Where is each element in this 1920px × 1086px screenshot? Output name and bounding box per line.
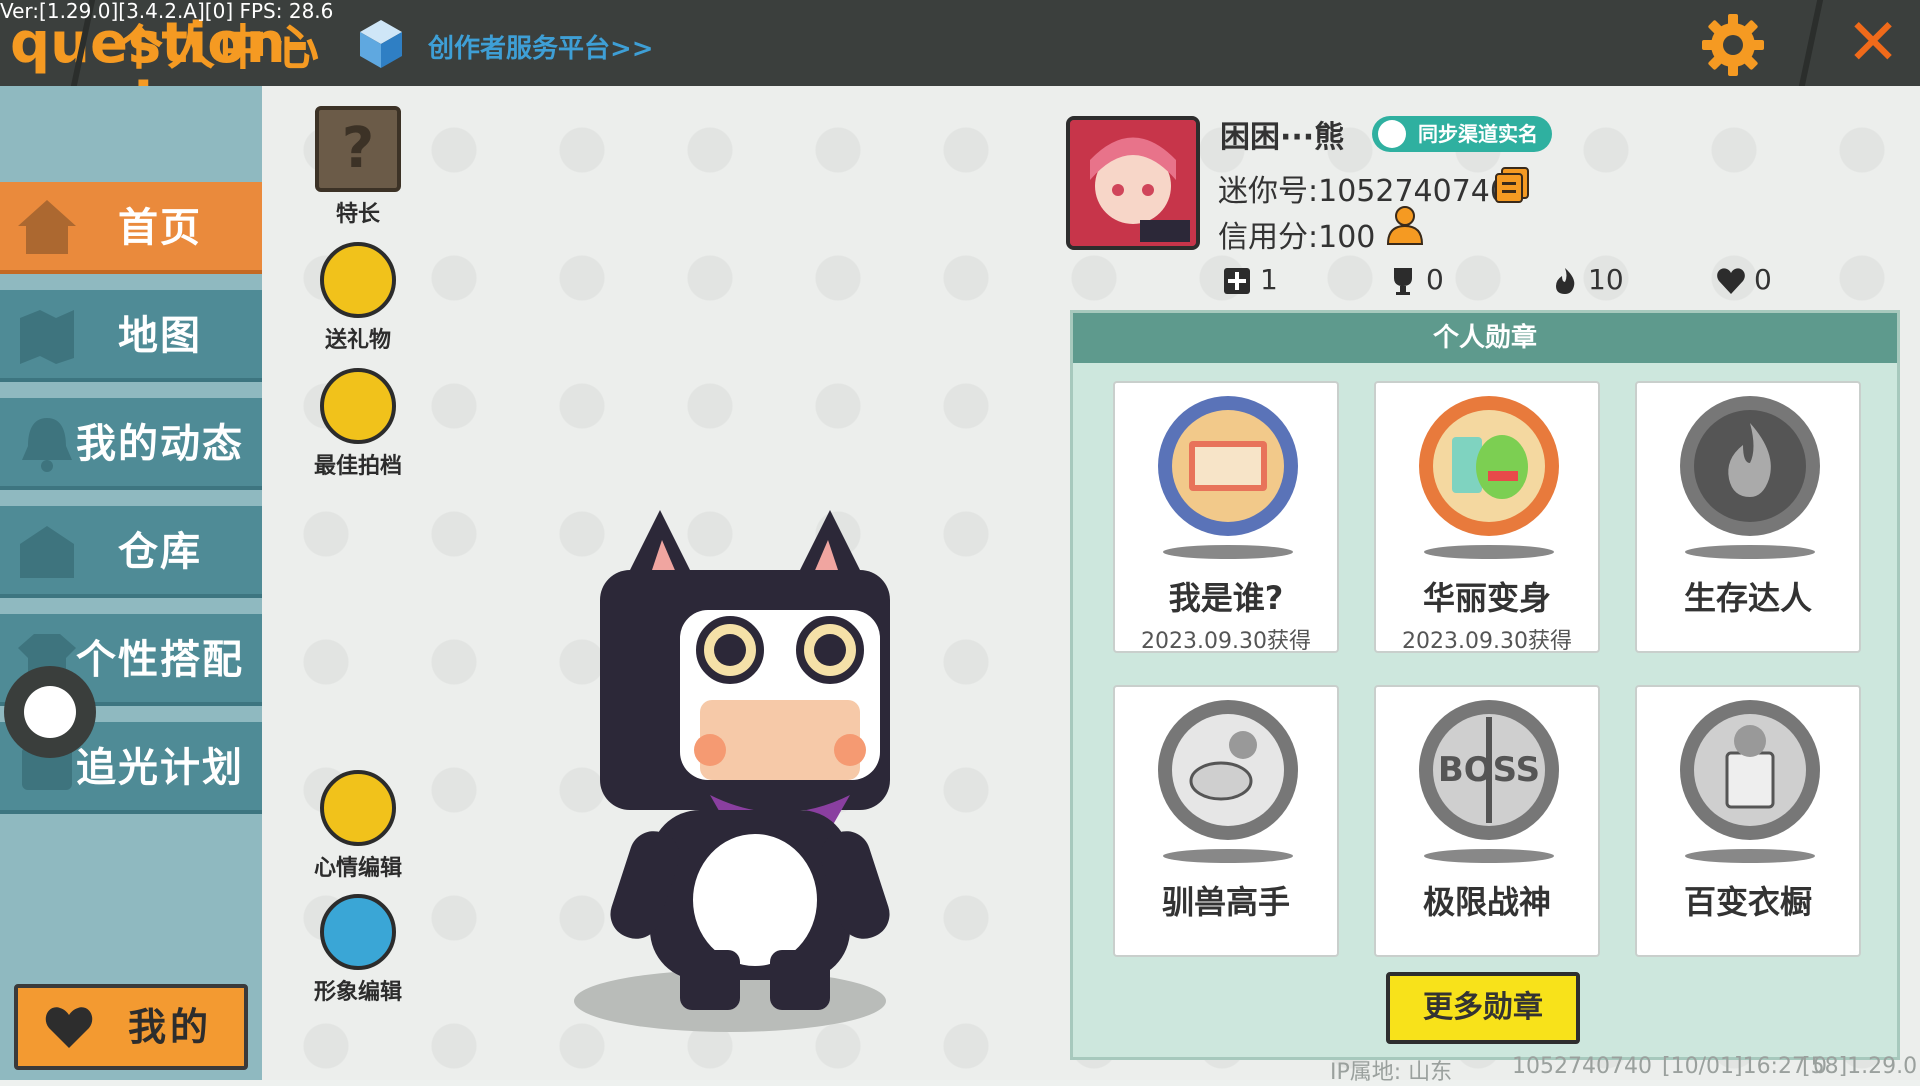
medal-name: 我是谁?: [1168, 579, 1284, 617]
sync-realname-badge[interactable]: 同步渠道实名: [1372, 116, 1552, 152]
avatar-edit-label: 形象编辑: [313, 980, 402, 1005]
credit-score: 信用分:100: [1218, 220, 1376, 255]
medal-shadow: [1163, 849, 1293, 863]
version-text: Ver:[1.29.0][3.4.2.A][0] FPS: 28.6: [0, 0, 334, 23]
medal-name: 驯兽高手: [1161, 883, 1290, 921]
stat-value: 10: [1588, 263, 1624, 296]
heart-icon: [1717, 268, 1745, 294]
medal-name: 华丽变身: [1422, 579, 1551, 617]
mystery-box-icon: ?: [315, 106, 401, 192]
medal-shadow: [1163, 545, 1293, 559]
sidebar-item-label: 个性搭配: [76, 637, 244, 683]
avatar[interactable]: [1066, 116, 1200, 250]
gift-icon: [320, 242, 396, 318]
medal-date: 2023.09.30获得: [1141, 629, 1311, 654]
creator-platform-link[interactable]: 创作者服务平台>>: [428, 28, 654, 65]
sync-badge-label: 同步渠道实名: [1418, 122, 1538, 146]
help-button[interactable]: question-mark: [10, 14, 309, 134]
mine-button[interactable]: 我的: [14, 984, 248, 1070]
medal-date: 2023.09.30获得: [1402, 629, 1572, 654]
medal-name: 极限战神: [1422, 883, 1551, 921]
ip-location: IP属地: 山东: [1330, 1060, 1453, 1085]
stat-posts: 1: [1222, 262, 1278, 298]
medal-card[interactable]: 我是谁? 2023.09.30获得: [1113, 381, 1339, 654]
stat-value: 1: [1260, 263, 1278, 296]
medal-name: 生存达人: [1683, 579, 1812, 617]
send-gift-button[interactable]: 送礼物: [293, 242, 423, 354]
close-icon[interactable]: ✕: [1840, 10, 1906, 76]
wardrobe-medal-icon: [1680, 700, 1820, 840]
divider: [1798, 0, 1824, 86]
mood-edit-button[interactable]: 心情编辑: [293, 770, 423, 882]
medal-panel: 个人勋章 我是谁? 2023.09.30获得 华丽变身 2023.09.30获得…: [1070, 310, 1900, 1060]
sidebar-item-label: 地图: [118, 313, 202, 359]
toggle-dot: [24, 686, 76, 738]
medal-card[interactable]: 华丽变身 2023.09.30获得: [1374, 381, 1600, 654]
footer-build: [58]1.29.0: [1802, 1054, 1918, 1079]
sidebar-item-warehouse[interactable]: 仓库: [0, 506, 262, 598]
person-icon: [1378, 120, 1406, 148]
medal-card[interactable]: 驯兽高手: [1113, 685, 1339, 957]
medal-shadow: [1685, 849, 1815, 863]
envelope-medal-icon: [1158, 396, 1298, 536]
more-medals-button[interactable]: 更多勋章: [1386, 972, 1580, 1044]
medal-card[interactable]: BOSS 极限战神: [1374, 685, 1600, 957]
medal-panel-title: 个人勋章: [1073, 313, 1897, 363]
plus-flag-icon: [1224, 268, 1250, 294]
specialty-label: 特长: [335, 202, 380, 227]
horse-rider-medal-icon: [1158, 700, 1298, 840]
medal-name: 百变衣橱: [1683, 883, 1812, 921]
credit-person-icon[interactable]: [1384, 204, 1426, 248]
sidebar: 首页 地图 我的动态 仓库 个性搭配 追光计划 我的: [0, 86, 262, 1080]
medal-shadow: [1424, 849, 1554, 863]
avatar-edit-button[interactable]: 形象编辑: [293, 894, 423, 1006]
sidebar-item-activity[interactable]: 我的动态: [0, 398, 262, 490]
outfit-edit-icon: [320, 894, 396, 970]
footer-id: 1052740740: [1512, 1054, 1652, 1079]
sidebar-item-label: 仓库: [118, 529, 202, 575]
trophy-icon: [1394, 268, 1412, 295]
handshake-icon: [320, 368, 396, 444]
svg-text:BOSS: BOSS: [1438, 750, 1540, 790]
best-partner-label: 最佳拍档: [313, 454, 402, 479]
cube-icon[interactable]: [358, 18, 404, 70]
avatar-portrait-icon: [1070, 120, 1196, 246]
sidebar-item-home[interactable]: 首页: [0, 182, 262, 274]
heart-icon: [45, 1007, 93, 1048]
sidebar-item-label: 首页: [118, 205, 202, 251]
sidebar-item-map[interactable]: 地图: [0, 290, 262, 382]
best-partner-button[interactable]: 最佳拍档: [293, 368, 423, 480]
mine-button-label: 我的: [128, 1005, 213, 1049]
sidebar-item-label: 追光计划: [76, 745, 244, 791]
stat-value: 0: [1754, 263, 1772, 296]
stat-value: 0: [1426, 263, 1444, 296]
medal-shadow: [1685, 545, 1815, 559]
gear-icon[interactable]: [1700, 12, 1766, 78]
copy-icon[interactable]: [1494, 166, 1530, 204]
mini-id: 迷你号:1052740740: [1218, 174, 1509, 209]
campfire-medal-icon: [1680, 396, 1820, 536]
floating-toggle[interactable]: [4, 666, 96, 758]
specialty-button[interactable]: ? 特长: [293, 106, 423, 228]
stat-trophy: 0: [1388, 262, 1444, 298]
medal-card[interactable]: 生存达人: [1635, 381, 1861, 653]
dinosaur-medal-icon: [1419, 396, 1559, 536]
sidebar-item-label: 我的动态: [76, 421, 244, 467]
stat-likes: 0: [1716, 262, 1772, 298]
medal-card[interactable]: 百变衣橱: [1635, 685, 1861, 957]
send-gift-label: 送礼物: [324, 328, 391, 353]
stat-heat: 10: [1550, 262, 1624, 298]
boss-medal-icon: BOSS: [1419, 700, 1559, 840]
player-character[interactable]: [580, 500, 910, 1020]
flame-icon: [1556, 268, 1575, 294]
mood-edit-label: 心情编辑: [313, 856, 402, 881]
username: 困困···熊: [1220, 120, 1345, 155]
edit-icon: [320, 770, 396, 846]
medal-shadow: [1424, 545, 1554, 559]
